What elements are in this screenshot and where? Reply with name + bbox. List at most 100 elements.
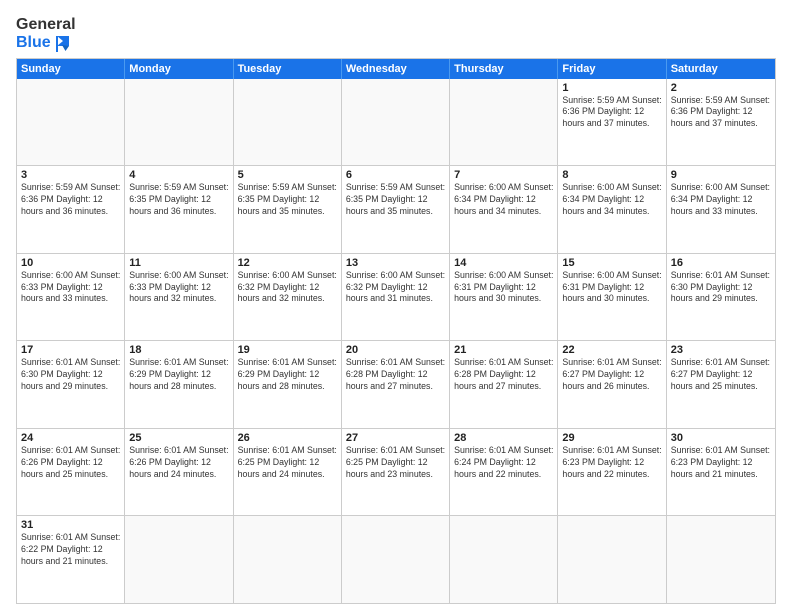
day-cell: 11Sunrise: 6:00 AM Sunset: 6:33 PM Dayli… [125,254,233,341]
day-cell: 27Sunrise: 6:01 AM Sunset: 6:25 PM Dayli… [342,429,450,516]
day-number: 26 [238,432,337,444]
day-info: Sunrise: 6:01 AM Sunset: 6:29 PM Dayligh… [238,357,337,393]
day-info: Sunrise: 6:01 AM Sunset: 6:30 PM Dayligh… [21,357,120,393]
day-info: Sunrise: 6:01 AM Sunset: 6:23 PM Dayligh… [671,445,771,481]
day-info: Sunrise: 6:01 AM Sunset: 6:27 PM Dayligh… [671,357,771,393]
day-info: Sunrise: 6:01 AM Sunset: 6:26 PM Dayligh… [21,445,120,481]
day-number: 3 [21,169,120,181]
day-cell: 21Sunrise: 6:01 AM Sunset: 6:28 PM Dayli… [450,341,558,428]
week-row-6: 31Sunrise: 6:01 AM Sunset: 6:22 PM Dayli… [17,515,775,603]
day-cell [234,516,342,603]
day-number: 20 [346,344,445,356]
day-cell: 28Sunrise: 6:01 AM Sunset: 6:24 PM Dayli… [450,429,558,516]
day-number: 9 [671,169,771,181]
day-header-friday: Friday [558,59,666,79]
day-cell: 18Sunrise: 6:01 AM Sunset: 6:29 PM Dayli… [125,341,233,428]
day-info: Sunrise: 6:01 AM Sunset: 6:25 PM Dayligh… [346,445,445,481]
day-cell [450,516,558,603]
calendar: SundayMondayTuesdayWednesdayThursdayFrid… [16,58,776,604]
day-cell: 20Sunrise: 6:01 AM Sunset: 6:28 PM Dayli… [342,341,450,428]
day-info: Sunrise: 6:00 AM Sunset: 6:34 PM Dayligh… [671,182,771,218]
day-cell: 7Sunrise: 6:00 AM Sunset: 6:34 PM Daylig… [450,166,558,253]
day-cell: 5Sunrise: 5:59 AM Sunset: 6:35 PM Daylig… [234,166,342,253]
day-number: 14 [454,257,553,269]
day-cell [125,516,233,603]
day-info: Sunrise: 6:01 AM Sunset: 6:24 PM Dayligh… [454,445,553,481]
day-number: 13 [346,257,445,269]
day-info: Sunrise: 6:01 AM Sunset: 6:30 PM Dayligh… [671,270,771,306]
week-row-1: 1 Sunrise: 5:59 AM Sunset: 6:36 PM Daylig… [17,79,775,166]
day-info: Sunrise: 6:01 AM Sunset: 6:23 PM Dayligh… [562,445,661,481]
day-cell: 8Sunrise: 6:00 AM Sunset: 6:34 PM Daylig… [558,166,666,253]
day-info: Sunrise: 6:01 AM Sunset: 6:27 PM Dayligh… [562,357,661,393]
day-cell: 16Sunrise: 6:01 AM Sunset: 6:30 PM Dayli… [667,254,775,341]
day-info: Sunrise: 6:01 AM Sunset: 6:26 PM Dayligh… [129,445,228,481]
day-number: 10 [21,257,120,269]
day-number: 31 [21,519,120,531]
week-row-3: 10Sunrise: 6:00 AM Sunset: 6:33 PM Dayli… [17,253,775,341]
day-number: 6 [346,169,445,181]
day-header-saturday: Saturday [667,59,775,79]
day-info: Sunrise: 6:00 AM Sunset: 6:34 PM Dayligh… [454,182,553,218]
day-number: 7 [454,169,553,181]
day-info: Sunrise: 5:59 AM Sunset: 6:36 PM Dayligh… [671,95,771,131]
day-info: Sunrise: 6:00 AM Sunset: 6:33 PM Dayligh… [21,270,120,306]
day-info: Sunrise: 6:00 AM Sunset: 6:32 PM Dayligh… [238,270,337,306]
day-cell: 3Sunrise: 5:59 AM Sunset: 6:36 PM Daylig… [17,166,125,253]
day-cell: 17Sunrise: 6:01 AM Sunset: 6:30 PM Dayli… [17,341,125,428]
day-cell [234,79,342,166]
day-number: 15 [562,257,661,269]
day-number: 5 [238,169,337,181]
day-cell: 19Sunrise: 6:01 AM Sunset: 6:29 PM Dayli… [234,341,342,428]
day-cell [667,516,775,603]
day-cell [17,79,125,166]
day-number: 11 [129,257,228,269]
day-header-sunday: Sunday [17,59,125,79]
day-info: Sunrise: 6:00 AM Sunset: 6:34 PM Dayligh… [562,182,661,218]
day-cell: 29Sunrise: 6:01 AM Sunset: 6:23 PM Dayli… [558,429,666,516]
day-info: Sunrise: 6:00 AM Sunset: 6:32 PM Dayligh… [346,270,445,306]
day-number: 27 [346,432,445,444]
week-row-4: 17Sunrise: 6:01 AM Sunset: 6:30 PM Dayli… [17,340,775,428]
day-header-thursday: Thursday [450,59,558,79]
day-info: Sunrise: 5:59 AM Sunset: 6:35 PM Dayligh… [346,182,445,218]
day-number: 12 [238,257,337,269]
day-header-tuesday: Tuesday [234,59,342,79]
day-number: 28 [454,432,553,444]
day-info: Sunrise: 6:00 AM Sunset: 6:31 PM Dayligh… [562,270,661,306]
day-cell: 24Sunrise: 6:01 AM Sunset: 6:26 PM Dayli… [17,429,125,516]
day-cell [125,79,233,166]
logo-blue: Blue [16,34,51,52]
day-cell: 14Sunrise: 6:00 AM Sunset: 6:31 PM Dayli… [450,254,558,341]
day-cell: 22Sunrise: 6:01 AM Sunset: 6:27 PM Dayli… [558,341,666,428]
day-header-wednesday: Wednesday [342,59,450,79]
day-number: 18 [129,344,228,356]
day-number: 8 [562,169,661,181]
day-cell [342,516,450,603]
day-cell: 6Sunrise: 5:59 AM Sunset: 6:35 PM Daylig… [342,166,450,253]
day-info: Sunrise: 5:59 AM Sunset: 6:35 PM Dayligh… [238,182,337,218]
day-header-monday: Monday [125,59,233,79]
day-cell: 26Sunrise: 6:01 AM Sunset: 6:25 PM Dayli… [234,429,342,516]
day-cell: 10Sunrise: 6:00 AM Sunset: 6:33 PM Dayli… [17,254,125,341]
header: General Blue [16,16,776,52]
day-cell: 2Sunrise: 5:59 AM Sunset: 6:36 PM Daylig… [667,79,775,166]
day-number: 21 [454,344,553,356]
day-info: Sunrise: 6:01 AM Sunset: 6:28 PM Dayligh… [454,357,553,393]
day-cell: 23Sunrise: 6:01 AM Sunset: 6:27 PM Dayli… [667,341,775,428]
day-cell: 25Sunrise: 6:01 AM Sunset: 6:26 PM Dayli… [125,429,233,516]
day-number: 2 [671,82,771,94]
week-row-2: 3Sunrise: 5:59 AM Sunset: 6:36 PM Daylig… [17,165,775,253]
day-info: Sunrise: 6:01 AM Sunset: 6:28 PM Dayligh… [346,357,445,393]
day-cell: 15Sunrise: 6:00 AM Sunset: 6:31 PM Dayli… [558,254,666,341]
day-cell [450,79,558,166]
day-cell: 31Sunrise: 6:01 AM Sunset: 6:22 PM Dayli… [17,516,125,603]
day-info: Sunrise: 6:00 AM Sunset: 6:33 PM Dayligh… [129,270,228,306]
logo-general: General [16,16,76,34]
week-row-5: 24Sunrise: 6:01 AM Sunset: 6:26 PM Dayli… [17,428,775,516]
day-number: 1 [562,82,661,94]
day-number: 25 [129,432,228,444]
day-info: Sunrise: 5:59 AM Sunset: 6:35 PM Dayligh… [129,182,228,218]
day-cell: 4Sunrise: 5:59 AM Sunset: 6:35 PM Daylig… [125,166,233,253]
day-cell: 12Sunrise: 6:00 AM Sunset: 6:32 PM Dayli… [234,254,342,341]
